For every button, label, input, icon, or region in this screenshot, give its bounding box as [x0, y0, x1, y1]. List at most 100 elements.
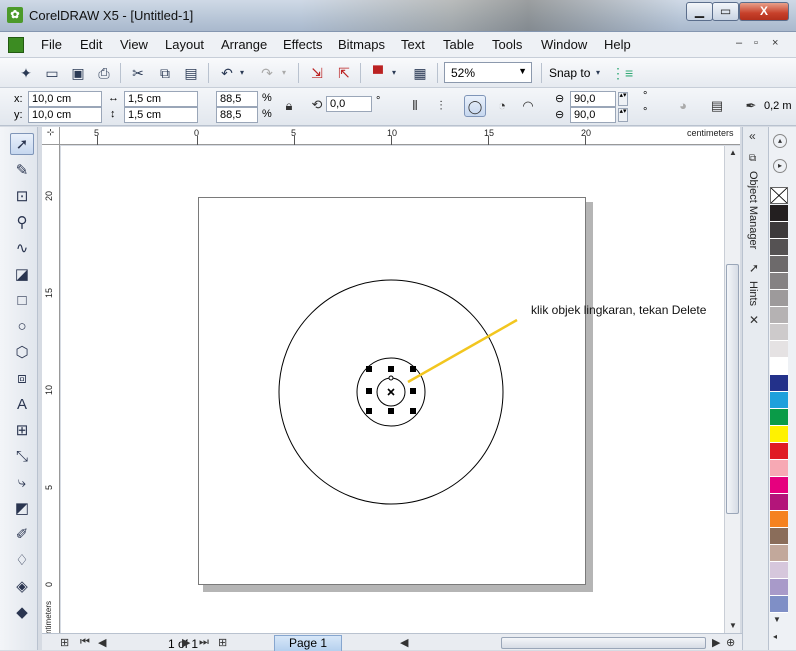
- color-swatch[interactable]: [770, 324, 788, 341]
- page-tab[interactable]: Page 1: [274, 635, 342, 651]
- undo-icon[interactable]: ↶: [217, 63, 237, 83]
- node-handle[interactable]: [388, 375, 394, 381]
- menu-window[interactable]: Window: [541, 37, 587, 52]
- freehand-tool-icon[interactable]: ∿: [10, 238, 34, 260]
- redo-dropdown-icon[interactable]: ▾: [278, 63, 290, 83]
- cut-icon[interactable]: ✂: [128, 63, 148, 83]
- pick-tool-icon[interactable]: ➚: [10, 133, 34, 155]
- object-manager-tab[interactable]: Object Manager: [747, 171, 759, 249]
- menu-view[interactable]: View: [120, 37, 148, 52]
- ellipse-mode-icon[interactable]: ◯: [464, 95, 486, 117]
- doc-close-button[interactable]: ×: [772, 37, 778, 49]
- palette-scroll-icon[interactable]: ▸: [773, 159, 787, 173]
- color-swatch[interactable]: [770, 596, 788, 613]
- smart-fill-tool-icon[interactable]: ◪: [10, 264, 34, 286]
- color-swatch[interactable]: [770, 256, 788, 273]
- new-document-icon[interactable]: ✦: [16, 63, 36, 83]
- eyedropper-tool-icon[interactable]: ✐: [10, 524, 34, 546]
- color-swatch[interactable]: [770, 426, 788, 443]
- add-page-before-icon[interactable]: ⊞: [60, 636, 69, 649]
- color-swatch[interactable]: [770, 562, 788, 579]
- menu-help[interactable]: Help: [604, 37, 631, 52]
- menu-file[interactable]: File: [41, 37, 62, 52]
- horizontal-scroll-thumb[interactable]: [501, 637, 706, 649]
- color-swatch[interactable]: [770, 222, 788, 239]
- color-swatch[interactable]: [770, 358, 788, 375]
- open-icon[interactable]: ▭: [42, 63, 62, 83]
- selection-handles[interactable]: [366, 366, 416, 414]
- x-position-field[interactable]: 10,0 cm: [28, 91, 102, 107]
- pie-mode-icon[interactable]: ◔: [491, 95, 513, 117]
- vertical-ruler[interactable]: 20 15 10 5 0 centimeters: [42, 145, 60, 642]
- color-swatch[interactable]: [770, 494, 788, 511]
- scroll-left-icon[interactable]: ◀: [400, 636, 408, 649]
- application-launcher-icon[interactable]: ▀: [368, 63, 388, 83]
- color-swatch[interactable]: [770, 375, 788, 392]
- selection-handle[interactable]: [410, 408, 416, 414]
- menu-layout[interactable]: Layout: [165, 37, 204, 52]
- menu-bitmaps[interactable]: Bitmaps: [338, 37, 385, 52]
- copy-icon[interactable]: ⧉: [155, 63, 175, 83]
- rectangle-tool-icon[interactable]: □: [10, 290, 34, 312]
- menu-edit[interactable]: Edit: [80, 37, 102, 52]
- menu-text[interactable]: Text: [401, 37, 425, 52]
- color-swatch[interactable]: [770, 443, 788, 460]
- color-swatch[interactable]: [770, 409, 788, 426]
- paste-icon[interactable]: ▤: [181, 63, 201, 83]
- navigator-zoom-icon[interactable]: ⊕: [726, 636, 735, 649]
- selection-handle[interactable]: [388, 366, 394, 372]
- export-icon[interactable]: ⇱: [334, 63, 354, 83]
- scroll-down-icon[interactable]: ▼: [729, 621, 737, 630]
- dimension-tool-icon[interactable]: ⤡: [10, 446, 34, 468]
- color-swatch[interactable]: [770, 239, 788, 256]
- scale-y-field[interactable]: 88,5: [216, 107, 258, 123]
- color-swatch[interactable]: [770, 341, 788, 358]
- color-swatch[interactable]: [770, 460, 788, 477]
- color-swatch[interactable]: [770, 290, 788, 307]
- arc-mode-icon[interactable]: ◠: [517, 95, 539, 117]
- mirror-vertical-icon[interactable]: ⫶: [430, 95, 452, 117]
- undo-dropdown-icon[interactable]: ▾: [236, 63, 248, 83]
- y-position-field[interactable]: 10,0 cm: [28, 107, 102, 123]
- document-icon[interactable]: [8, 37, 24, 53]
- palette-up-icon[interactable]: ▴: [773, 134, 787, 148]
- snap-to-menu[interactable]: Snap to: [549, 66, 590, 80]
- ellipse-tool-icon[interactable]: ○: [10, 316, 34, 338]
- minimize-button[interactable]: ▁: [686, 2, 713, 21]
- menu-arrange[interactable]: Arrange: [221, 37, 267, 52]
- doc-minimize-button[interactable]: –: [736, 37, 742, 49]
- outline-width-value[interactable]: 0,2 m: [764, 100, 792, 112]
- outline-tool-icon[interactable]: ♢: [10, 550, 34, 572]
- options-icon[interactable]: ⋮≡: [611, 63, 633, 83]
- ruler-origin[interactable]: ⊹: [42, 127, 60, 145]
- maximize-button[interactable]: ▭: [712, 2, 739, 21]
- redo-icon[interactable]: ↷: [257, 63, 277, 83]
- scroll-up-icon[interactable]: ▲: [729, 148, 737, 157]
- doc-restore-button[interactable]: ▫: [754, 37, 758, 49]
- color-swatch[interactable]: [770, 511, 788, 528]
- welcome-screen-icon[interactable]: ▦: [410, 63, 430, 83]
- start-angle-spinner[interactable]: ▴▾: [618, 92, 628, 106]
- wrap-text-icon[interactable]: ▤: [706, 95, 728, 117]
- close-button[interactable]: X: [739, 2, 789, 21]
- menu-effects[interactable]: Effects: [283, 37, 323, 52]
- blend-tool-icon[interactable]: ◩: [10, 498, 34, 520]
- close-docker-icon[interactable]: ✕: [749, 313, 759, 327]
- selection-handle[interactable]: [366, 388, 372, 394]
- hints-tab[interactable]: Hints: [747, 281, 759, 306]
- launcher-dropdown-icon[interactable]: ▾: [388, 63, 400, 83]
- basic-shapes-tool-icon[interactable]: ⧈: [10, 368, 34, 390]
- selection-handle[interactable]: [410, 366, 416, 372]
- save-icon[interactable]: ▣: [68, 63, 88, 83]
- no-color-swatch[interactable]: [770, 187, 788, 204]
- crop-tool-icon[interactable]: ⊡: [10, 186, 34, 208]
- end-angle-spinner[interactable]: ▴▾: [618, 108, 628, 122]
- lock-ratio-icon[interactable]: 🔒︎: [278, 95, 300, 117]
- import-icon[interactable]: ⇲: [307, 63, 327, 83]
- color-swatch[interactable]: [770, 205, 788, 222]
- previous-page-icon[interactable]: ◀: [98, 636, 106, 649]
- palette-down-icon[interactable]: ▼: [773, 615, 781, 624]
- selection-handle[interactable]: [388, 408, 394, 414]
- connector-tool-icon[interactable]: ⤷: [10, 472, 34, 494]
- shape-tool-icon[interactable]: ✎: [10, 160, 34, 182]
